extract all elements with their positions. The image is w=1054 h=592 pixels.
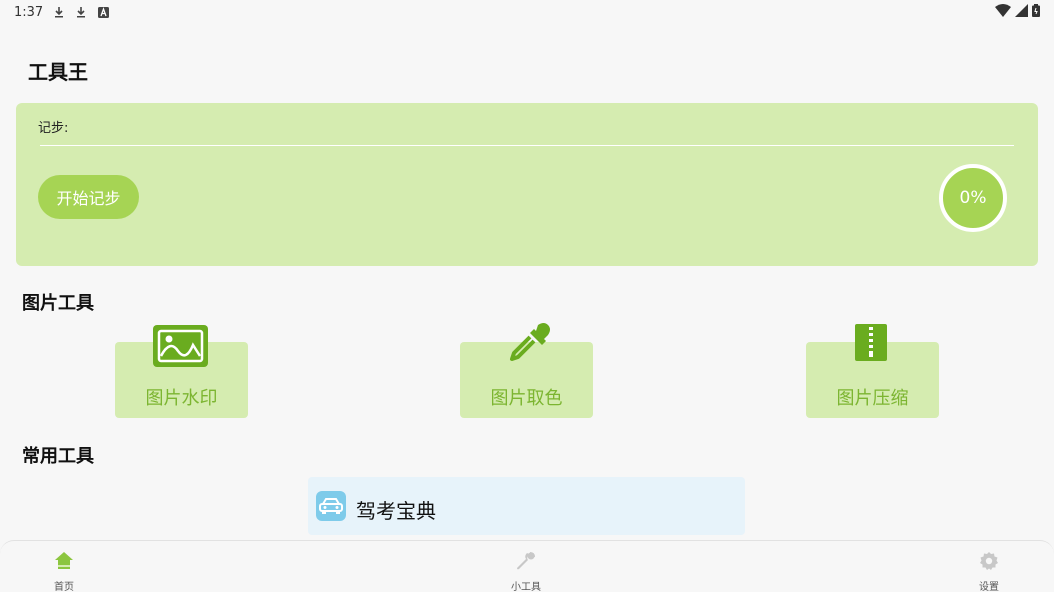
home-icon <box>54 551 74 571</box>
signal-icon <box>1015 3 1028 21</box>
battery-icon <box>1032 3 1040 21</box>
wifi-icon <box>995 3 1011 21</box>
a-badge-icon <box>97 6 109 18</box>
wrench-icon <box>516 551 536 571</box>
tool-label: 驾考宝典 <box>356 499 436 523</box>
tool-label: 图片压缩 <box>836 388 909 409</box>
nav-label: 设置 <box>979 582 999 592</box>
tool-label: 图片取色 <box>490 388 563 409</box>
tool-driving-test[interactable]: 驾考宝典 <box>308 477 745 535</box>
tool-label: 图片水印 <box>145 388 218 409</box>
gear-icon <box>979 551 999 571</box>
status-time: 1:37 <box>14 4 44 20</box>
status-right <box>995 3 1040 21</box>
download-icon <box>75 6 87 18</box>
image-icon <box>153 325 208 371</box>
image-tools-title: 图片工具 <box>22 293 94 314</box>
status-bar: 1:37 <box>0 0 1054 24</box>
page-title: 工具王 <box>28 60 88 84</box>
step-counter-card: 记步: 开始记步 0% <box>16 103 1038 266</box>
download-icon <box>53 6 65 18</box>
eyedropper-icon <box>508 323 552 367</box>
divider <box>40 145 1014 146</box>
nav-label: 首页 <box>54 582 74 592</box>
common-tools-title: 常用工具 <box>22 446 94 467</box>
nav-item-tools[interactable]: 小工具 <box>496 549 556 592</box>
step-label: 记步: <box>38 121 69 136</box>
nav-label: 小工具 <box>511 582 541 592</box>
progress-indicator: 0% <box>939 164 1007 232</box>
status-left: 1:37 <box>14 5 109 20</box>
bottom-nav: 首页 小工具 设置 <box>0 540 1054 592</box>
nav-item-home[interactable]: 首页 <box>34 549 94 592</box>
start-step-button[interactable]: 开始记步 <box>38 175 139 219</box>
nav-item-settings[interactable]: 设置 <box>959 549 1019 592</box>
progress-text: 0% <box>959 188 987 208</box>
zip-file-icon <box>855 324 887 365</box>
car-icon <box>316 491 346 521</box>
